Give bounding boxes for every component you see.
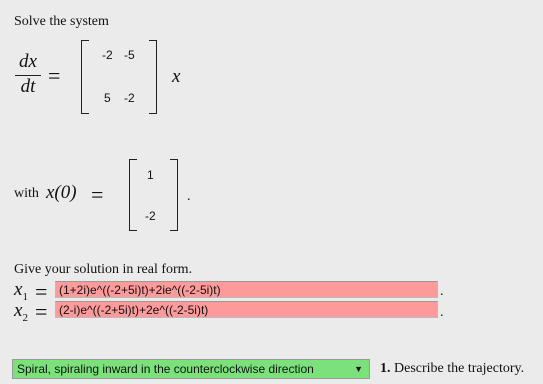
fraction-numerator: dx bbox=[19, 51, 37, 72]
derivative-fraction: dx dt bbox=[15, 52, 41, 97]
period: . bbox=[187, 189, 191, 204]
x2-trailing-dot: . bbox=[440, 305, 444, 320]
matrix-left-bracket bbox=[81, 40, 89, 114]
matrix-cell-r1c2: -5 bbox=[124, 48, 135, 62]
initial-condition-lhs: x(0) bbox=[46, 182, 77, 203]
equals-sign: = bbox=[48, 63, 61, 88]
x2-subscript: 2 bbox=[22, 311, 28, 324]
x2-answer-input[interactable]: (2-i)e^((-2+5i)t)+2e^((-2-5i)t) bbox=[55, 301, 438, 318]
matrix-cell-r2c2: -2 bbox=[124, 91, 135, 105]
matrix-right-bracket bbox=[149, 40, 157, 114]
vector-entry-1: 1 bbox=[147, 168, 154, 182]
x2-label: x2 bbox=[14, 300, 28, 324]
rhs-variable: x bbox=[172, 66, 181, 87]
vector-left-bracket bbox=[129, 159, 137, 231]
x1-trailing-dot: . bbox=[440, 284, 444, 299]
matrix-cell-r1c1: -2 bbox=[102, 48, 113, 62]
vector-right-bracket bbox=[170, 159, 178, 231]
chevron-down-icon[interactable]: ▼ bbox=[354, 360, 363, 378]
trajectory-prompt-text: Describe the trajectory. bbox=[394, 361, 525, 376]
trajectory-selected-option: Spiral, spiraling inward in the counterc… bbox=[17, 362, 314, 376]
with-label: with bbox=[14, 186, 39, 201]
trajectory-select[interactable]: Spiral, spiraling inward in the counterc… bbox=[12, 359, 370, 379]
fraction-denominator: dt bbox=[20, 76, 36, 97]
trajectory-prompt: 1. Describe the trajectory. bbox=[380, 361, 524, 377]
instruction-text: Give your solution in real form. bbox=[14, 262, 193, 277]
x2-equals-sign: = bbox=[35, 299, 48, 324]
vector-entry-2: -2 bbox=[145, 209, 156, 223]
question-number: 1. bbox=[380, 361, 391, 376]
problem-intro: Solve the system bbox=[14, 14, 109, 29]
matrix-cell-r2c1: 5 bbox=[104, 91, 111, 105]
x1-answer-input[interactable]: (1+2i)e^((-2+5i)t)+2ie^((-2-5i)t) bbox=[55, 281, 438, 298]
initial-equals-sign: = bbox=[91, 182, 104, 207]
